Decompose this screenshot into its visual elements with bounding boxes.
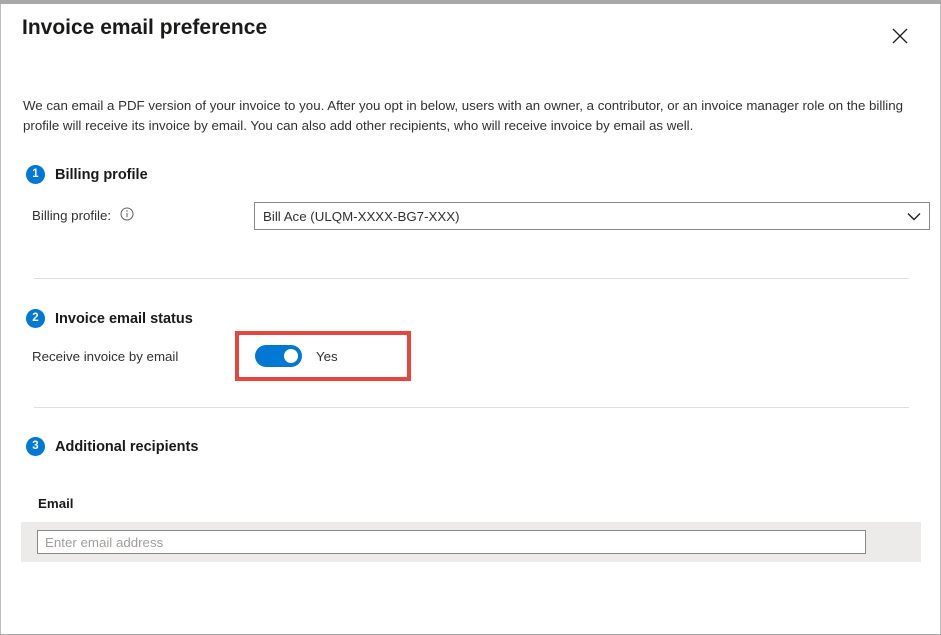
section-header-additional-recipients: 3 Additional recipients xyxy=(26,437,198,456)
toggle-thumb xyxy=(284,349,298,363)
step-badge-3: 3 xyxy=(26,437,45,456)
email-input[interactable] xyxy=(37,530,866,554)
invoice-email-preference-dialog: Invoice email preference We can email a … xyxy=(0,0,941,635)
receive-invoice-toggle-row: Yes xyxy=(255,345,338,367)
section-title-billing-profile: Billing profile xyxy=(55,167,148,183)
dialog-panel: Invoice email preference We can email a … xyxy=(1,4,940,634)
chevron-down-icon xyxy=(899,212,929,221)
billing-profile-selected-value: Bill Ace (ULQM-XXXX-BG7-XXX) xyxy=(255,209,899,224)
billing-profile-label: Billing profile: xyxy=(32,207,134,224)
step-badge-2: 2 xyxy=(26,309,45,328)
receive-invoice-label: Receive invoice by email xyxy=(32,349,178,364)
toggle-state-label: Yes xyxy=(316,349,338,364)
billing-profile-select[interactable]: Bill Ace (ULQM-XXXX-BG7-XXX) xyxy=(254,202,930,230)
section-header-billing-profile: 1 Billing profile xyxy=(26,165,148,184)
section-title-invoice-email-status: Invoice email status xyxy=(55,311,193,327)
receive-invoice-toggle[interactable] xyxy=(255,345,302,367)
billing-profile-label-text: Billing profile: xyxy=(32,208,111,223)
page-title: Invoice email preference xyxy=(22,16,267,40)
dialog-description: We can email a PDF version of your invoi… xyxy=(23,96,907,136)
close-icon xyxy=(891,27,909,45)
info-icon[interactable] xyxy=(120,207,134,224)
close-button[interactable] xyxy=(884,20,916,52)
section-header-invoice-email-status: 2 Invoice email status xyxy=(26,309,193,328)
section-divider-1 xyxy=(34,278,909,279)
step-badge-1: 1 xyxy=(26,165,45,184)
section-divider-2 xyxy=(34,407,909,408)
email-column-header: Email xyxy=(38,496,73,511)
section-title-additional-recipients: Additional recipients xyxy=(55,439,198,455)
